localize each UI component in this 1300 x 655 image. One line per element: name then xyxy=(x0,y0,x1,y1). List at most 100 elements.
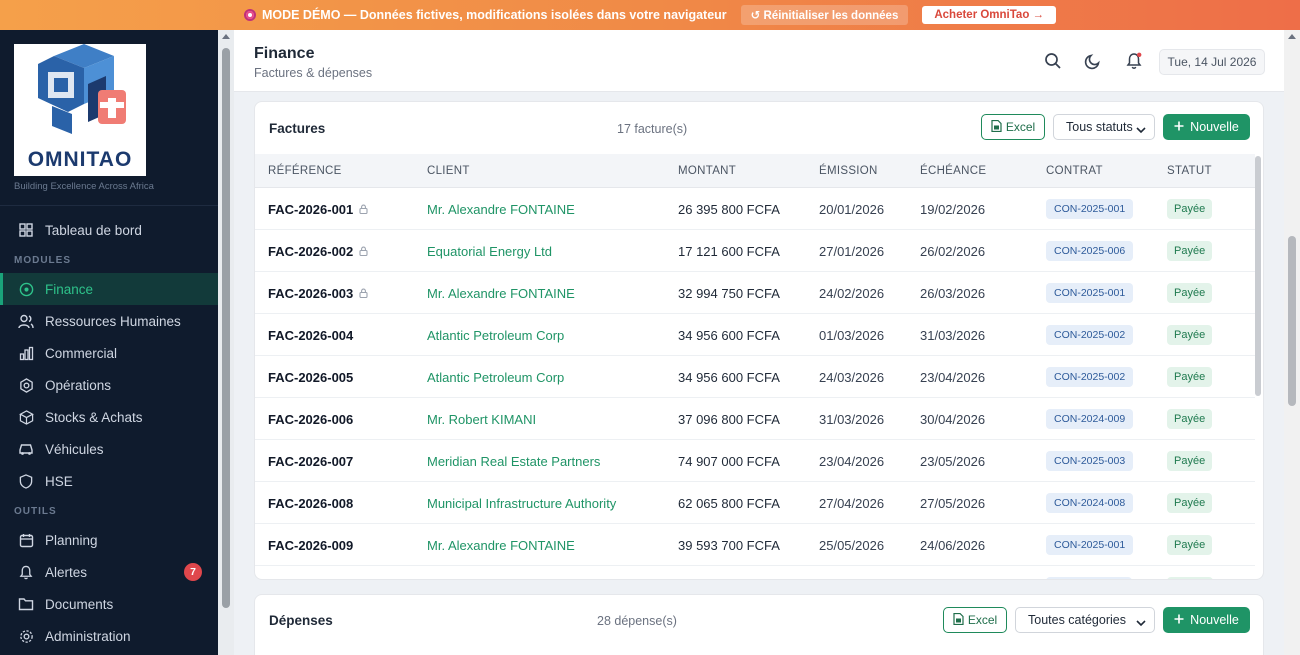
invoice-reference-text: FAC-2026-008 xyxy=(268,496,354,511)
contract-badge[interactable]: CON-2025-001 xyxy=(1046,199,1134,219)
invoices-table-header: RÉFÉRENCE CLIENT MONTANT ÉMISSION ÉCHÉAN… xyxy=(255,154,1255,188)
sidebar-item-dashboard[interactable]: Tableau de bord xyxy=(0,214,218,246)
invoices-excel-button[interactable]: Excel xyxy=(981,114,1045,140)
column-header[interactable]: RÉFÉRENCE xyxy=(268,165,342,177)
invoice-reference[interactable]: FAC-2026-007 xyxy=(268,454,353,469)
invoice-reference[interactable]: FAC-2026-005 xyxy=(268,370,353,385)
contract-badge[interactable]: CON-2025-002 xyxy=(1046,325,1134,345)
shield-icon xyxy=(18,473,34,489)
invoice-client-link[interactable]: Atlantic Petroleum Corp xyxy=(427,370,564,385)
sidebar-item-hse[interactable]: HSE xyxy=(0,465,218,497)
invoice-client-link[interactable]: Mr. Alexandre FONTAINE xyxy=(427,538,575,553)
moon-icon[interactable] xyxy=(1082,50,1104,72)
main-scroll-thumb[interactable] xyxy=(1288,236,1296,406)
page-title: Finance xyxy=(254,45,315,62)
sidebar: OMNITAO Building Excellence Across Afric… xyxy=(0,30,218,655)
scroll-up-arrow-icon[interactable] xyxy=(222,34,230,39)
contract-badge[interactable]: CON-2024-009 xyxy=(1046,409,1134,429)
invoice-client-link[interactable]: Meridian Real Estate Partners xyxy=(427,454,600,469)
invoice-reference[interactable]: FAC-2026-004 xyxy=(268,328,353,343)
sidebar-item-hr[interactable]: Ressources Humaines xyxy=(0,305,218,337)
sidebar-item-vehicles[interactable]: Véhicules xyxy=(0,433,218,465)
table-row[interactable]: FAC-2026-002 Equatorial Energy Ltd 17 121 … xyxy=(255,230,1255,272)
invoice-issue-date: 23/04/2026 xyxy=(819,454,885,469)
notifications-bell-icon[interactable] xyxy=(1123,50,1145,72)
category-filter-select[interactable]: Toutes catégories xyxy=(1015,607,1155,633)
invoice-reference[interactable]: FAC-2026-001 xyxy=(268,202,368,217)
search-icon[interactable] xyxy=(1042,50,1064,72)
sidebar-item-label: Documents xyxy=(45,596,114,612)
main-scrollbar[interactable] xyxy=(1284,30,1300,655)
buy-omnitao-button[interactable]: Acheter OmniTao → xyxy=(922,6,1057,24)
invoice-reference[interactable]: FAC-2026-003 xyxy=(268,286,368,301)
contract-badge[interactable]: CON-2025-001 xyxy=(1046,535,1134,555)
invoice-reference-text: FAC-2026-006 xyxy=(268,412,354,427)
target-icon xyxy=(243,9,256,21)
sidebar-item-administration[interactable]: Administration xyxy=(0,620,218,652)
sidebar-item-alerts[interactable]: Alertes 7 xyxy=(0,556,218,588)
contract-badge[interactable]: CON-2025-003 xyxy=(1046,451,1134,471)
alerts-count-badge: 7 xyxy=(184,563,202,581)
plus-icon xyxy=(1174,120,1184,134)
column-header[interactable]: MONTANT xyxy=(678,165,736,177)
sidebar-scrollbar[interactable] xyxy=(218,30,234,655)
invoice-amount: 26 395 800 FCFA xyxy=(678,202,780,217)
plus-icon xyxy=(1174,613,1184,627)
table-row[interactable]: FAC-2026-006 Mr. Robert KIMANI 37 096 800 … xyxy=(255,398,1255,440)
contract-badge[interactable]: CON-2025-006 xyxy=(1046,241,1134,261)
sidebar-item-finance[interactable]: Finance xyxy=(0,273,218,305)
page-subtitle: Factures & dépenses xyxy=(254,66,373,80)
column-header[interactable]: ÉCHÉANCE xyxy=(920,165,986,177)
reset-data-button[interactable]: ↺ Réinitialiser les données xyxy=(740,5,909,25)
sidebar-item-planning[interactable]: Planning xyxy=(0,524,218,556)
invoice-issue-date: 27/01/2026 xyxy=(819,244,885,259)
table-row[interactable]: FAC-2026-001 Mr. Alexandre FONTAINE 26 395… xyxy=(255,188,1255,230)
people-icon xyxy=(18,313,34,329)
column-header[interactable]: CONTRAT xyxy=(1046,165,1103,177)
modules-section-label: MODULES xyxy=(14,255,71,266)
status-badge xyxy=(1167,577,1213,579)
sidebar-item-stocks[interactable]: Stocks & Achats xyxy=(0,401,218,433)
invoice-client-link[interactable]: Atlantic Petroleum Corp xyxy=(427,328,564,343)
table-row[interactable]: FAC-2026-005 Atlantic Petroleum Corp 34 95… xyxy=(255,356,1255,398)
invoice-client-link[interactable]: Mr. Alexandre FONTAINE xyxy=(427,202,575,217)
invoices-card-header: Factures 17 facture(s) Excel Tous statut… xyxy=(255,102,1263,154)
invoice-client-link[interactable]: Mr. Alexandre FONTAINE xyxy=(427,286,575,301)
contract-badge[interactable]: CON-2025-002 xyxy=(1046,367,1134,387)
table-row[interactable]: FAC-2026-009 Mr. Alexandre FONTAINE 39 593… xyxy=(255,524,1255,566)
table-row[interactable]: FAC-2026-007 Meridian Real Estate Partner… xyxy=(255,440,1255,482)
sidebar-item-commercial[interactable]: Commercial xyxy=(0,337,218,369)
column-header[interactable]: ÉMISSION xyxy=(819,165,878,177)
status-filter-select[interactable]: Tous statuts xyxy=(1053,114,1155,140)
table-row[interactable]: FAC-2026-003 Mr. Alexandre FONTAINE 32 994… xyxy=(255,272,1255,314)
sidebar-item-label: Tableau de bord xyxy=(45,222,142,238)
expenses-count: 28 dépense(s) xyxy=(597,614,677,628)
invoice-issue-date: 20/01/2026 xyxy=(819,202,885,217)
invoice-reference[interactable]: FAC-2026-006 xyxy=(268,412,353,427)
invoice-reference[interactable]: FAC-2026-009 xyxy=(268,538,353,553)
invoice-reference[interactable]: FAC-2026-008 xyxy=(268,496,353,511)
sidebar-item-operations[interactable]: Opérations xyxy=(0,369,218,401)
contract-badge[interactable]: CON-2025-001 xyxy=(1046,283,1134,303)
invoice-client-link[interactable]: Municipal Infrastructure Authority xyxy=(427,496,616,511)
omnitao-logo[interactable]: OMNITAO xyxy=(14,44,146,176)
column-header[interactable]: CLIENT xyxy=(427,165,470,177)
table-row[interactable]: FAC-2026-008 Municipal Infrastructure Aut… xyxy=(255,482,1255,524)
sidebar-item-documents[interactable]: Documents xyxy=(0,588,218,620)
new-expense-button[interactable]: Nouvelle xyxy=(1163,607,1250,633)
table-row[interactable]: FAC-2026-004 Atlantic Petroleum Corp 34 95… xyxy=(255,314,1255,356)
invoice-client-link[interactable]: Mr. Robert KIMANI xyxy=(427,412,536,427)
contract-badge[interactable]: CON-2024-008 xyxy=(1046,493,1134,513)
scroll-up-arrow-icon[interactable] xyxy=(1288,34,1296,39)
invoice-client-link[interactable]: Equatorial Energy Ltd xyxy=(427,244,552,259)
lock-icon xyxy=(359,202,368,217)
chevron-down-icon xyxy=(1136,123,1146,137)
status-badge: Payée xyxy=(1167,283,1213,303)
invoice-reference[interactable]: FAC-2026-002 xyxy=(268,244,368,259)
expenses-excel-button[interactable]: Excel xyxy=(943,607,1007,633)
new-invoice-button[interactable]: Nouvelle xyxy=(1163,114,1250,140)
column-header[interactable]: STATUT xyxy=(1167,165,1212,177)
invoice-reference-text: FAC-2026-001 xyxy=(268,202,354,217)
table-scroll-thumb[interactable] xyxy=(1255,156,1261,396)
sidebar-scroll-thumb[interactable] xyxy=(222,48,230,608)
